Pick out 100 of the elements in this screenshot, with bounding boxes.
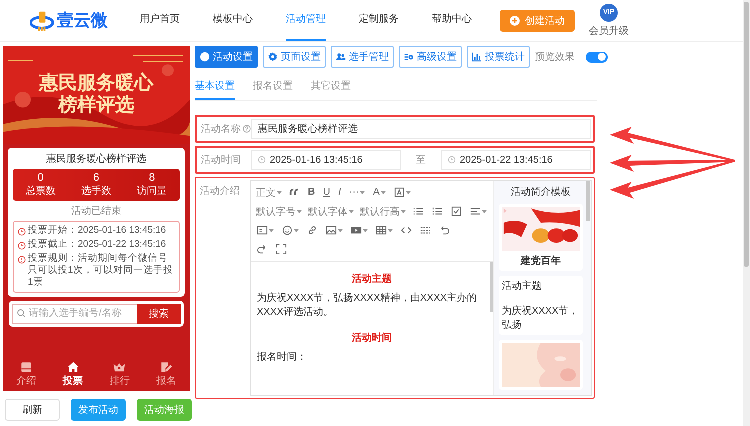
nav-tab[interactable]: 用户首页 xyxy=(140,0,180,40)
range-separator: 至 xyxy=(415,154,427,167)
alert-icon xyxy=(18,256,26,264)
nav-tab[interactable]: 活动管理 xyxy=(286,0,326,40)
link-icon xyxy=(307,225,318,236)
settings-tab[interactable]: 高级设置 xyxy=(399,46,462,68)
settings-tab[interactable]: 选手管理 xyxy=(331,46,394,68)
stat-label: 总票数 xyxy=(26,186,56,198)
more-button[interactable]: ··· xyxy=(345,184,370,201)
stat-label: 访问量 xyxy=(137,186,168,198)
advanced-icon xyxy=(404,52,414,62)
start-date-field[interactable]: 2025-01-16 13:45:16 xyxy=(251,150,401,170)
select-button[interactable]: 默认字号 xyxy=(253,203,305,220)
banner-title: 榜样评选 xyxy=(58,95,134,117)
action-button[interactable]: 刷新 xyxy=(5,399,60,421)
rule-text: 投票规则：活动期间每个微信号只可以投1次，可以对同一选手投1票 xyxy=(28,253,174,289)
caret-icon xyxy=(269,228,274,232)
sub-tab[interactable]: 基本设置 xyxy=(195,76,235,100)
undo-icon xyxy=(439,225,450,236)
field-label: 活动时间 xyxy=(201,154,241,167)
end-date-field[interactable]: 2025-01-22 13:45:16 xyxy=(441,150,591,170)
vote-icon xyxy=(66,361,80,374)
bottom-nav-tab[interactable]: 投票 xyxy=(63,361,84,388)
caret-icon xyxy=(297,210,302,214)
search-icon xyxy=(17,309,26,318)
rule-text: 投票截止：2025-01-22 13:45:16 xyxy=(28,239,166,251)
caret-icon xyxy=(380,190,386,194)
content-heading: 活动主题 xyxy=(351,272,393,286)
select-button[interactable]: 默认行高 xyxy=(357,203,409,220)
nav-tab[interactable]: 模板中心 xyxy=(213,0,253,40)
search-button[interactable]: 搜索 xyxy=(137,304,181,324)
sub-tab[interactable]: 其它设置 xyxy=(311,76,351,100)
stat-value: 6 xyxy=(93,172,100,186)
upgrade-link[interactable]: 会员升级 xyxy=(589,24,629,38)
numbers-icon xyxy=(432,206,443,217)
italic-button[interactable]: I xyxy=(334,184,346,201)
name-field[interactable]: 惠民服务暖心榜样评选 xyxy=(251,119,591,139)
page-scrollbar[interactable] xyxy=(744,2,749,267)
template-heading: 活动主题 xyxy=(502,280,543,293)
caret-icon xyxy=(338,228,343,232)
bold-button[interactable]: B xyxy=(304,184,320,201)
template-card[interactable]: 建党百年 xyxy=(499,204,583,271)
field-label: 活动介绍 xyxy=(200,185,240,198)
caret-icon xyxy=(349,210,354,214)
signup-icon xyxy=(160,361,174,374)
content-paragraph: 为庆祝XXXX节，弘扬XXXX精神，由XXXX主办的XXXX评选活动。 xyxy=(257,292,478,319)
select-button[interactable]: 正文 xyxy=(253,184,285,201)
stats-icon xyxy=(472,52,482,62)
action-button[interactable]: 发布活动 xyxy=(71,399,126,421)
template-card[interactable]: 活动主题 为庆祝XXXX节，弘扬 xyxy=(499,276,583,335)
page-icon xyxy=(268,52,278,62)
intro-icon xyxy=(20,361,33,374)
rank-icon xyxy=(113,361,126,374)
panel-title: 活动简介模板 xyxy=(510,186,572,199)
video-icon xyxy=(351,225,362,236)
bullets-icon xyxy=(413,206,424,217)
logo-icon xyxy=(30,10,54,32)
create-activity-button[interactable]: 创建活动 xyxy=(500,10,575,32)
nav-tab[interactable]: 定制服务 xyxy=(359,0,399,40)
nav-tab[interactable]: 帮助中心 xyxy=(432,0,472,40)
template-caption: 建党百年 xyxy=(520,254,562,268)
divider-icon xyxy=(420,225,431,236)
caret-icon xyxy=(363,228,368,232)
align-icon xyxy=(470,206,481,217)
emoji-icon xyxy=(282,225,293,236)
underline-button[interactable]: U xyxy=(319,184,334,201)
fontcolor-button[interactable]: A xyxy=(369,184,390,201)
fullscreen-icon xyxy=(276,244,287,255)
bottom-nav-tab[interactable]: 介绍 xyxy=(16,361,36,388)
clock-icon xyxy=(18,228,26,236)
settings-tab[interactable]: 页面设置 xyxy=(263,46,326,68)
bottom-nav-tab[interactable]: 报名 xyxy=(156,361,177,388)
settings-tab[interactable]: 活动设置 xyxy=(195,46,258,68)
template-text: 为庆祝XXXX节，弘扬 xyxy=(502,304,580,332)
code-icon xyxy=(401,225,412,236)
stat-value: 0 xyxy=(38,172,44,186)
sub-tab[interactable]: 报名设置 xyxy=(253,76,293,100)
clock-icon xyxy=(18,242,26,250)
stat-value: 8 xyxy=(149,172,156,186)
caret-icon xyxy=(294,228,299,232)
caret-icon xyxy=(360,190,366,194)
image-icon xyxy=(326,225,337,236)
bottom-nav-tab[interactable]: 排行 xyxy=(110,361,130,388)
activity-title: 惠民服务暖心榜样评选 xyxy=(46,152,148,166)
select-button[interactable]: 默认字体 xyxy=(305,203,357,220)
caret-icon xyxy=(401,210,406,214)
search-field[interactable]: 请输入选手编号/名称 xyxy=(12,304,137,324)
clock-icon xyxy=(448,156,456,164)
bgcolor-icon xyxy=(394,187,405,198)
clock-icon xyxy=(258,156,266,164)
content-heading: 活动时间 xyxy=(351,332,393,345)
todo-icon xyxy=(451,206,462,217)
indent-icon xyxy=(257,225,268,236)
table-icon xyxy=(376,225,387,236)
field-label: 活动名称 xyxy=(201,123,241,136)
caret-icon xyxy=(482,210,487,214)
settings-tab[interactable]: 投票统计 xyxy=(467,46,530,68)
caret-icon xyxy=(406,190,411,194)
quote-icon xyxy=(289,187,300,198)
preview-switch[interactable] xyxy=(586,52,608,62)
